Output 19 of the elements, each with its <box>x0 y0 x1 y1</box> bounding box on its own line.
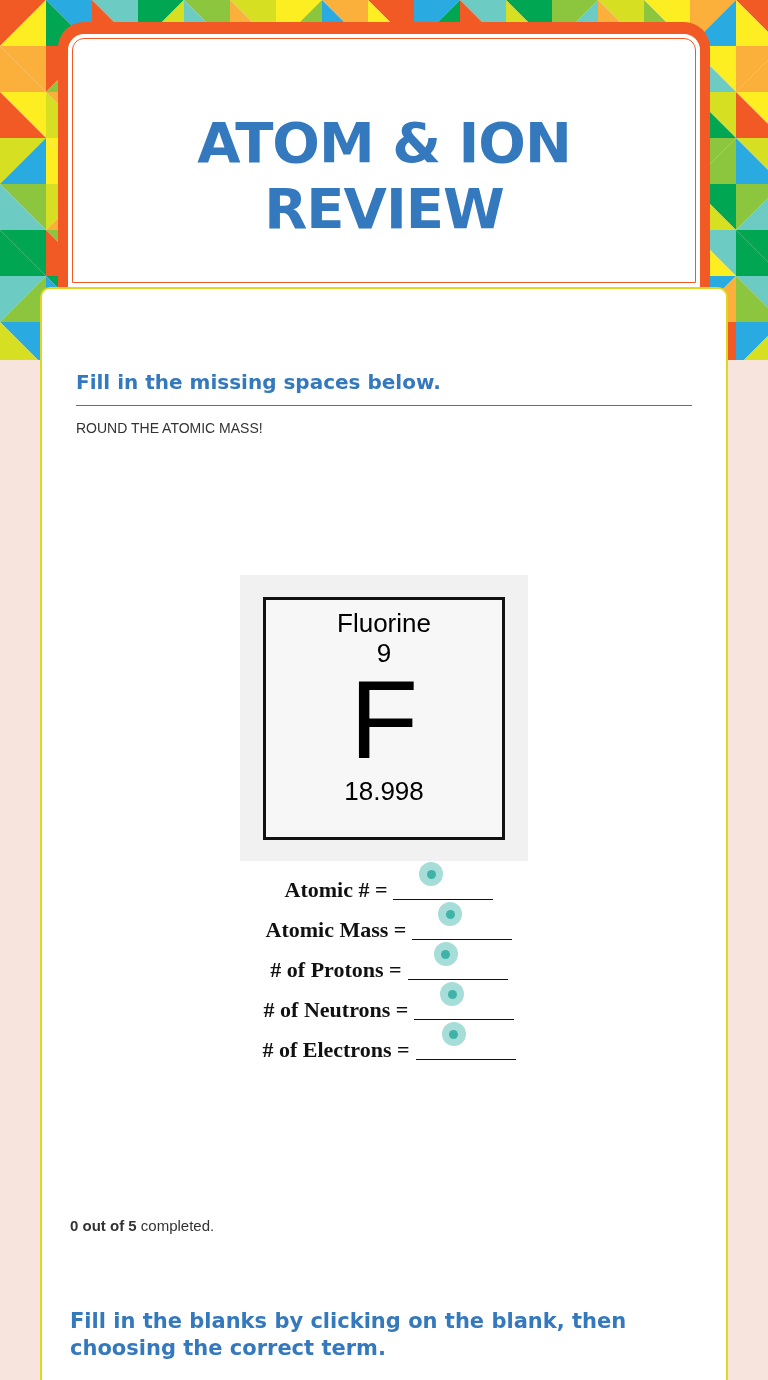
blank-label: Atomic # = <box>284 876 388 904</box>
blank-label: # of Neutrons = <box>263 996 409 1024</box>
section-heading: Fill in the blanks by clicking on the blank, then choosing the correct term. <box>70 1307 628 1362</box>
hotspot-icon[interactable] <box>419 862 444 886</box>
blank-label: # of Protons = <box>270 956 402 984</box>
instruction-text: ROUND THE ATOMIC MASS! <box>76 419 264 438</box>
section-heading: Fill in the missing spaces below. <box>76 367 692 406</box>
hotspot-icon[interactable] <box>438 902 463 926</box>
blank-label: Atomic Mass = <box>265 916 407 944</box>
page-title: ATOM & ION REVIEW <box>196 110 572 243</box>
blank-label: # of Electrons = <box>262 1036 410 1064</box>
element-name: Fluorine <box>337 607 431 638</box>
element-symbol: F <box>349 667 419 772</box>
hotspot-icon[interactable] <box>440 982 465 1006</box>
atomic-number: 9 <box>376 637 392 668</box>
atomic-mass: 18.998 <box>344 774 424 808</box>
progress-text: 0 out of 5 completed. <box>70 1216 216 1236</box>
hotspot-icon[interactable] <box>433 942 458 966</box>
hotspot-icon[interactable] <box>441 1022 466 1046</box>
